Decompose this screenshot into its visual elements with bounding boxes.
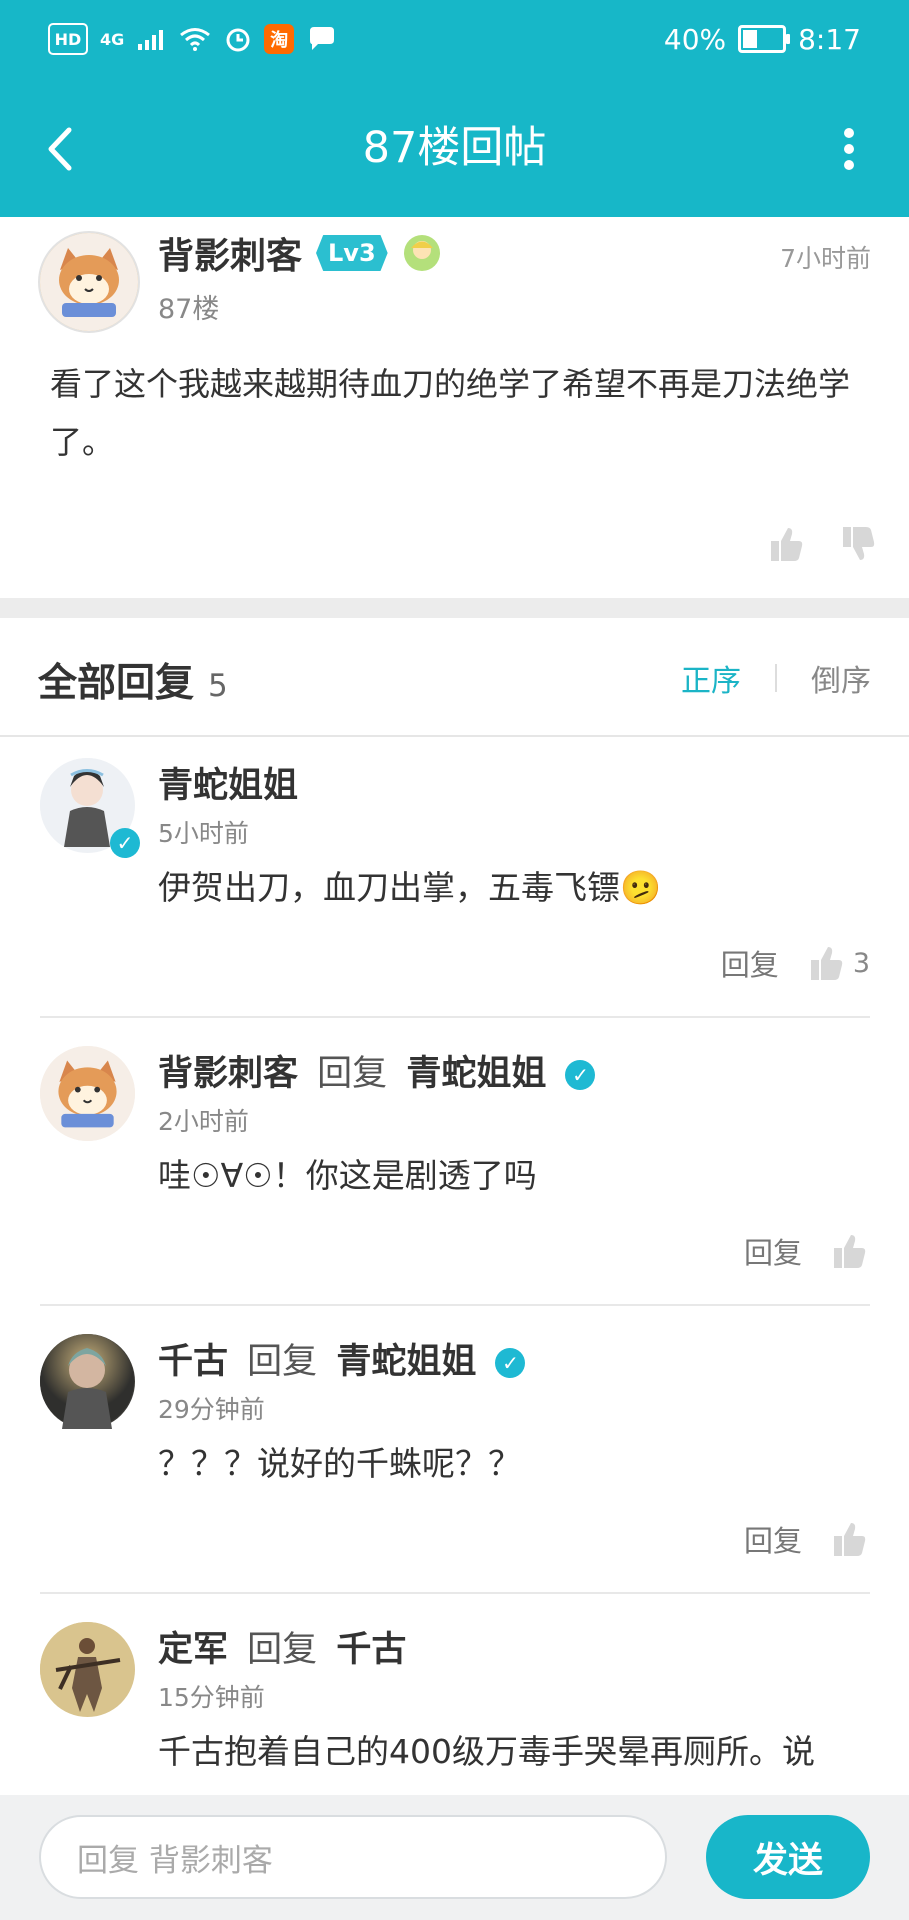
post-author-row: 背影刺客 Lv3 bbox=[158, 227, 442, 279]
thumbs-up-icon[interactable] bbox=[805, 942, 847, 984]
more-vertical-icon bbox=[844, 127, 854, 170]
send-button[interactable]: 发送 bbox=[706, 1815, 870, 1899]
top-bar: HD 4G 淘 40% 8:17 87楼回帖 bbox=[0, 0, 909, 217]
reply-header: 定军 回复 千古 bbox=[158, 1626, 870, 1674]
reply-item: 背影刺客 回复 青蛇姐姐 ✓ 2小时前 哇☉∀☉！你这是剧透了吗 回复 bbox=[40, 1046, 870, 1306]
reply-actions: 回复 bbox=[744, 1230, 870, 1272]
reply-actions: 回复 3 bbox=[721, 942, 870, 984]
reply-content: 青蛇姐姐 5小时前 伊贺出刀，血刀出掌，五毒飞镖🫤 bbox=[158, 762, 870, 912]
reply-time: 5小时前 bbox=[158, 819, 249, 848]
thumbs-up-icon[interactable] bbox=[765, 523, 807, 565]
reply-to-name[interactable]: 青蛇姐姐 bbox=[336, 1342, 476, 1382]
reply-item: 定军 回复 千古 15分钟前 千古抱着自己的400级万毒手哭晕再厕所。说 bbox=[40, 1622, 870, 1795]
sort-divider bbox=[775, 664, 777, 692]
reply-time: 2小时前 bbox=[158, 1107, 249, 1136]
taobao-icon: 淘 bbox=[264, 24, 295, 54]
more-button[interactable] bbox=[819, 119, 879, 179]
reply-to-label: 回复 bbox=[317, 1054, 388, 1094]
reply-author-name[interactable]: 定军 bbox=[158, 1630, 228, 1670]
navigation-bar: 87楼回帖 bbox=[0, 80, 909, 217]
reply-header: 千古 回复 青蛇姐姐 ✓ bbox=[158, 1338, 870, 1386]
back-button[interactable] bbox=[30, 119, 90, 179]
reply-input-placeholder: 回复 背影刺客 bbox=[77, 1842, 273, 1879]
like-group[interactable]: 3 bbox=[805, 942, 870, 984]
network-4g-icon: 4G bbox=[100, 29, 125, 49]
reply-button[interactable]: 回复 bbox=[721, 942, 779, 984]
reply-author-name[interactable]: 背影刺客 bbox=[158, 1054, 298, 1094]
like-count: 3 bbox=[852, 947, 870, 979]
post-content: 看了这个我越来越期待血刀的绝学了希望不再是刀法绝学了。 bbox=[50, 365, 851, 461]
reply-header: 青蛇姐姐 bbox=[158, 762, 870, 810]
message-icon bbox=[310, 27, 335, 50]
clock: 8:17 bbox=[798, 22, 861, 56]
alarm-icon bbox=[226, 28, 250, 52]
reply-composer: 回复 背影刺客 发送 bbox=[0, 1795, 909, 1920]
reply-content: 千古 回复 青蛇姐姐 ✓ 29分钟前 ？？？说好的千蛛呢？？ bbox=[158, 1338, 870, 1488]
thumbs-up-icon[interactable] bbox=[828, 1230, 870, 1272]
reply-text: 千古抱着自己的400级万毒手哭晕再厕所。说 bbox=[158, 1732, 815, 1771]
reply-author-avatar[interactable] bbox=[40, 1046, 135, 1141]
post-author-name[interactable]: 背影刺客 bbox=[158, 227, 302, 279]
reply-to-name[interactable]: 千古 bbox=[336, 1630, 406, 1670]
reply-author-avatar[interactable]: ✓ bbox=[40, 758, 140, 858]
status-icons-left: HD 4G 淘 bbox=[48, 23, 338, 55]
reply-time: 15分钟前 bbox=[158, 1683, 265, 1712]
page-title: 87楼回帖 bbox=[362, 123, 547, 173]
main-post-card: 背影刺客 Lv3 87楼 7小时前 看了这个我越来越期待血刀的绝学了希望不再是刀… bbox=[0, 217, 909, 598]
reply-text: ？？？说好的千蛛呢？？ bbox=[158, 1444, 521, 1483]
thumbs-down-icon[interactable] bbox=[837, 523, 879, 565]
avatar-badge-icon bbox=[403, 235, 440, 271]
status-icons-right: 40% 8:17 bbox=[664, 23, 861, 56]
wifi-icon bbox=[180, 28, 211, 51]
chevron-left-icon bbox=[48, 127, 72, 170]
post-actions bbox=[765, 523, 879, 565]
warrior-avatar-icon bbox=[40, 1622, 134, 1716]
reply-header: 背影刺客 回复 青蛇姐姐 ✓ bbox=[158, 1050, 870, 1098]
reply-actions: 回复 bbox=[744, 1518, 870, 1560]
shiba-avatar-icon bbox=[40, 233, 138, 331]
reply-author-name[interactable]: 青蛇姐姐 bbox=[158, 766, 298, 806]
verified-icon: ✓ bbox=[565, 1060, 596, 1090]
signal-icon bbox=[138, 30, 164, 50]
post-floor: 87楼 bbox=[158, 294, 220, 325]
post-author-avatar[interactable] bbox=[38, 231, 140, 333]
post-time: 7小时前 bbox=[780, 244, 871, 273]
dark-portrait-avatar-icon bbox=[40, 1334, 134, 1429]
comments-count: 5 bbox=[208, 668, 228, 704]
level-badge: Lv3 bbox=[316, 235, 388, 271]
sort-desc-button[interactable]: 倒序 bbox=[811, 656, 871, 700]
reply-text: 伊贺出刀，血刀出掌，五毒飞镖🫤 bbox=[158, 868, 662, 907]
reply-content: 定军 回复 千古 15分钟前 千古抱着自己的400级万毒手哭晕再厕所。说 bbox=[158, 1626, 870, 1776]
reply-to-label: 回复 bbox=[247, 1342, 318, 1382]
reply-button[interactable]: 回复 bbox=[744, 1518, 802, 1560]
battery-icon bbox=[738, 25, 791, 53]
shiba-avatar-icon bbox=[40, 1046, 135, 1141]
thumbs-up-icon[interactable] bbox=[828, 1518, 870, 1560]
section-separator bbox=[0, 598, 909, 618]
reply-author-avatar[interactable] bbox=[40, 1622, 135, 1717]
status-bar: HD 4G 淘 40% 8:17 bbox=[0, 0, 909, 78]
reply-content: 背影刺客 回复 青蛇姐姐 ✓ 2小时前 哇☉∀☉！你这是剧透了吗 bbox=[158, 1050, 870, 1200]
reply-to-label: 回复 bbox=[247, 1630, 318, 1670]
comments-header: 全部回复 5 正序 倒序 bbox=[0, 618, 909, 737]
sort-asc-button[interactable]: 正序 bbox=[681, 656, 741, 700]
verified-icon: ✓ bbox=[110, 828, 140, 858]
hd-icon: HD bbox=[48, 23, 88, 55]
reply-author-name[interactable]: 千古 bbox=[158, 1342, 228, 1382]
reply-button[interactable]: 回复 bbox=[744, 1230, 802, 1272]
reply-to-name[interactable]: 青蛇姐姐 bbox=[406, 1054, 546, 1094]
reply-input[interactable]: 回复 背影刺客 bbox=[39, 1815, 667, 1899]
reply-item: ✓ 青蛇姐姐 5小时前 伊贺出刀，血刀出掌，五毒飞镖🫤 回复 3 bbox=[40, 758, 870, 1018]
reply-text: 哇☉∀☉！你这是剧透了吗 bbox=[158, 1156, 537, 1195]
reply-author-avatar[interactable] bbox=[40, 1334, 135, 1429]
reply-time: 29分钟前 bbox=[158, 1395, 265, 1424]
verified-icon: ✓ bbox=[495, 1348, 526, 1378]
battery-percent: 40% bbox=[663, 22, 727, 56]
comments-title-row: 全部回复 5 bbox=[38, 652, 228, 708]
comments-title: 全部回复 bbox=[38, 661, 195, 706]
reply-item: 千古 回复 青蛇姐姐 ✓ 29分钟前 ？？？说好的千蛛呢？？ 回复 bbox=[40, 1334, 870, 1594]
sort-controls: 正序 倒序 bbox=[681, 656, 871, 700]
